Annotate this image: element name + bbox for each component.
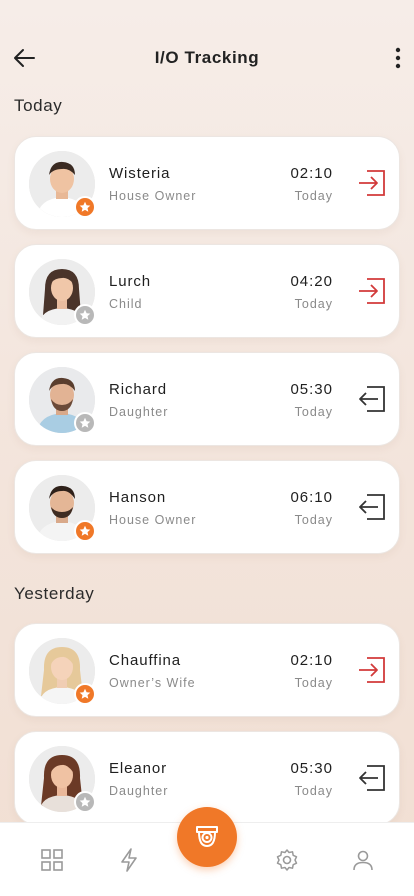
star-icon xyxy=(79,688,91,699)
list-item[interactable]: Richard Daughter 05:30 Today xyxy=(14,352,400,446)
entry-day: Today xyxy=(294,676,333,690)
entry-day: Today xyxy=(294,189,333,203)
entry-time: 02:10 xyxy=(290,165,333,182)
entry-time: 05:30 xyxy=(290,381,333,398)
camera-icon xyxy=(196,826,218,848)
list-item[interactable]: Lurch Child 04:20 Today xyxy=(14,244,400,338)
star-badge xyxy=(74,520,96,542)
user-icon xyxy=(353,850,373,871)
star-badge xyxy=(74,412,96,434)
person-name: Richard xyxy=(109,381,167,398)
nav-settings[interactable] xyxy=(274,847,300,873)
star-badge xyxy=(74,791,96,813)
entry-time: 06:10 xyxy=(290,489,333,506)
grid-icon xyxy=(41,849,63,871)
person-role: House Owner xyxy=(109,513,197,527)
star-badge xyxy=(74,304,96,326)
exit-icon xyxy=(359,494,385,520)
enter-icon xyxy=(359,170,385,196)
camera-button[interactable] xyxy=(177,807,237,867)
entry-day: Today xyxy=(294,297,333,311)
entry-time: 05:30 xyxy=(290,760,333,777)
page-title: I/O Tracking xyxy=(154,48,260,67)
person-name: Eleanor xyxy=(109,760,168,777)
section-title-today: Today xyxy=(14,96,63,115)
person-name: Hanson xyxy=(109,489,167,506)
exit-icon xyxy=(359,386,385,412)
nav-profile[interactable] xyxy=(350,847,376,873)
enter-icon xyxy=(359,278,385,304)
star-icon xyxy=(79,525,91,536)
list-item[interactable]: Hanson House Owner 06:10 Today xyxy=(14,460,400,554)
exit-icon xyxy=(359,765,385,791)
person-role: House Owner xyxy=(109,189,197,203)
header: I/O Tracking xyxy=(0,38,414,78)
star-badge xyxy=(74,196,96,218)
entry-day: Today xyxy=(294,405,333,419)
entry-time: 02:10 xyxy=(290,652,333,669)
star-icon xyxy=(79,796,91,807)
star-badge xyxy=(74,683,96,705)
more-vertical-icon xyxy=(395,47,401,69)
enter-icon xyxy=(359,657,385,683)
star-icon xyxy=(79,309,91,320)
person-name: Chauffina xyxy=(109,652,182,669)
lightning-icon xyxy=(121,848,137,872)
list-item[interactable]: Wisteria House Owner 02:10 Today xyxy=(14,136,400,230)
person-name: Lurch xyxy=(109,273,152,290)
person-role: Daughter xyxy=(109,405,169,419)
nav-dashboard[interactable] xyxy=(39,847,65,873)
person-name: Wisteria xyxy=(109,165,171,182)
section-title-yesterday: Yesterday xyxy=(14,584,95,603)
star-icon xyxy=(79,417,91,428)
nav-activity[interactable] xyxy=(116,847,142,873)
more-options-button[interactable] xyxy=(390,44,406,72)
entry-time: 04:20 xyxy=(290,273,333,290)
entry-day: Today xyxy=(294,784,333,798)
person-role: Child xyxy=(109,297,143,311)
person-role: Daughter xyxy=(109,784,169,798)
gear-icon xyxy=(276,849,298,871)
person-role: Owner’s Wife xyxy=(109,676,196,690)
list-item[interactable]: Chauffina Owner’s Wife 02:10 Today xyxy=(14,623,400,717)
star-icon xyxy=(79,201,91,212)
entry-day: Today xyxy=(294,513,333,527)
